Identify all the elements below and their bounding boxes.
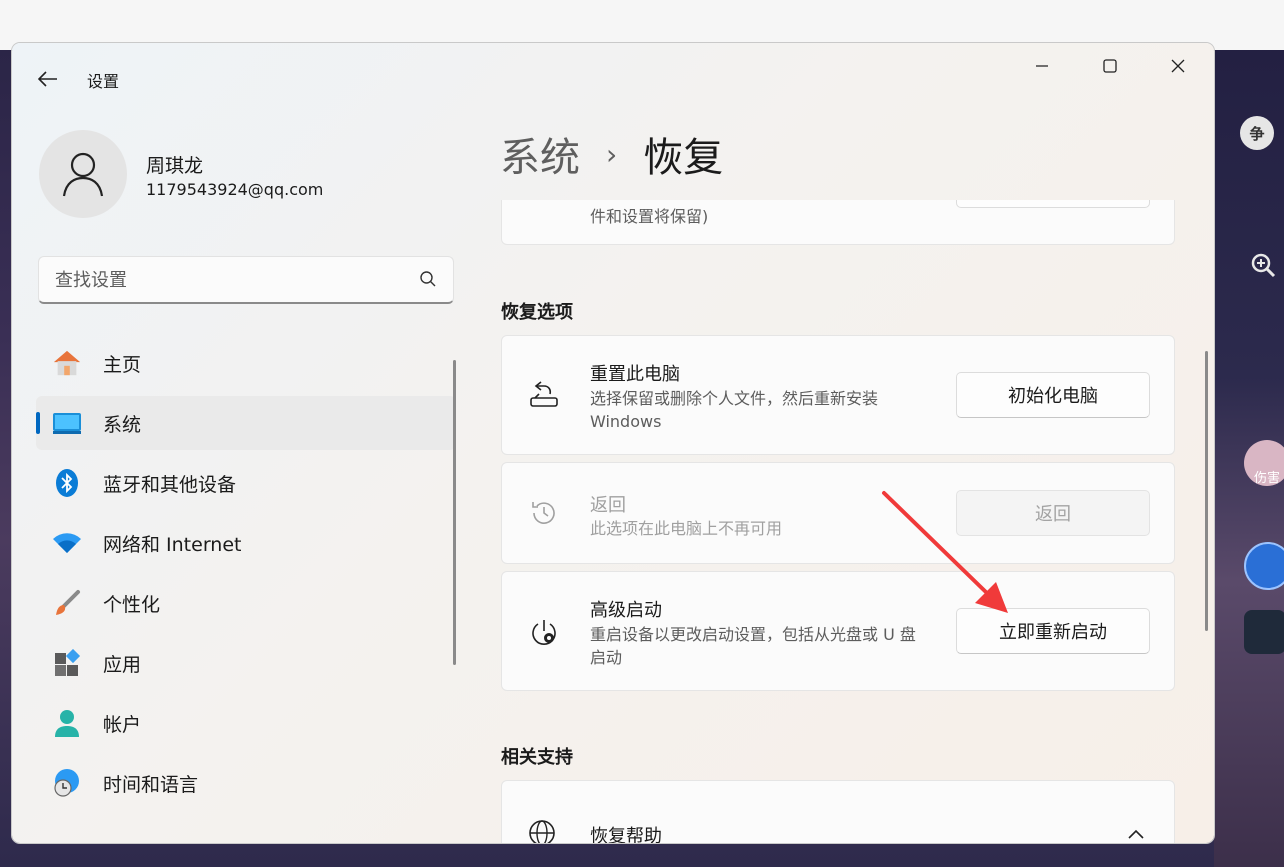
breadcrumb: 系统 › 恢复: [500, 125, 723, 183]
bluetooth-icon: [52, 468, 82, 498]
search-input[interactable]: [53, 257, 397, 303]
time-language-icon: [52, 768, 82, 798]
section-heading-related-support: 相关支持: [501, 747, 573, 768]
brush-icon: [52, 588, 82, 618]
recovery-help-title: 恢复帮助: [590, 826, 662, 843]
user-email: 1179543924@qq.com: [146, 180, 324, 199]
sidebar-item-network[interactable]: 网络和 Internet: [36, 516, 456, 570]
close-button[interactable]: [1144, 43, 1212, 89]
page-title: 恢复: [643, 135, 724, 181]
sidebar-item-label: 个性化: [103, 593, 161, 616]
account-icon: [52, 708, 82, 738]
sidebar-item-label: 时间和语言: [103, 773, 199, 796]
game-side-panel: 争 伤害: [1214, 50, 1284, 867]
sidebar-item-label: 系统: [103, 413, 142, 436]
sidebar-item-label: 网络和 Internet: [103, 533, 242, 556]
sidebar-item-system[interactable]: 系统: [36, 396, 456, 450]
go-back-card: 返回 此选项在此电脑上不再可用 返回: [501, 462, 1175, 564]
recovery-help-card[interactable]: 恢复帮助: [501, 780, 1175, 843]
game-sword-icon[interactable]: [1244, 610, 1284, 654]
app-title: 设置: [87, 72, 120, 91]
user-name: 周琪龙: [146, 155, 204, 177]
partial-card-desc: 件和设置将保留): [590, 207, 709, 226]
game-badge-label: 争: [1249, 124, 1265, 143]
go-back-title: 返回: [590, 495, 626, 516]
globe-icon: [528, 817, 560, 843]
game-damage-label: 伤害: [1253, 470, 1280, 486]
restart-now-button[interactable]: 立即重新启动: [956, 608, 1150, 654]
zoom-in-icon[interactable]: [1248, 250, 1278, 280]
partial-card-button[interactable]: [956, 200, 1150, 208]
settings-window: 设置 周琪龙 1179543924@qq.com 主页: [12, 43, 1214, 843]
back-button[interactable]: [34, 65, 62, 93]
sidebar-item-time-language[interactable]: 时间和语言: [36, 756, 456, 810]
sidebar-item-label: 蓝牙和其他设备: [103, 473, 237, 496]
advanced-startup-desc: 重启设备以更改启动设置，包括从光盘或 U 盘启动: [590, 625, 916, 667]
section-heading-recovery-options: 恢复选项: [501, 302, 573, 323]
title-bar: 设置: [12, 43, 1214, 115]
chevron-up-icon[interactable]: [1127, 825, 1145, 843]
search-icon[interactable]: [419, 270, 437, 288]
system-icon: [52, 408, 82, 438]
wifi-icon: [52, 528, 82, 558]
game-character-icon[interactable]: 伤害: [1244, 440, 1284, 486]
search-box[interactable]: [38, 256, 454, 304]
maximize-button[interactable]: [1076, 43, 1144, 89]
sidebar-item-label: 帐户: [103, 713, 142, 736]
sidebar-item-apps[interactable]: 应用: [36, 636, 456, 690]
home-icon: [52, 348, 82, 378]
sidebar-item-personalization[interactable]: 个性化: [36, 576, 456, 630]
reset-pc-button[interactable]: 初始化电脑: [956, 372, 1150, 418]
avatar[interactable]: [39, 130, 127, 218]
user-icon: [62, 152, 104, 197]
history-icon: [528, 497, 560, 529]
active-indicator: [36, 412, 40, 434]
advanced-startup-card: 高级启动 重启设备以更改启动设置，包括从光盘或 U 盘启动 立即重新启动: [501, 571, 1175, 691]
breadcrumb-parent[interactable]: 系统: [500, 125, 580, 183]
minimize-button[interactable]: [1008, 43, 1076, 89]
sidebar-scrollbar[interactable]: [453, 360, 456, 665]
breadcrumb-separator: ›: [606, 137, 618, 171]
partial-card: 件和设置将保留): [501, 200, 1175, 245]
sidebar-item-label: 应用: [103, 653, 142, 676]
close-icon: [1171, 59, 1185, 73]
minimize-icon: [1036, 65, 1048, 67]
sidebar-item-accounts[interactable]: 帐户: [36, 696, 456, 750]
game-clock-icon[interactable]: [1244, 542, 1284, 590]
reset-pc-card: 重置此电脑 选择保留或删除个人文件，然后重新安装 Windows 初始化电脑: [501, 335, 1175, 455]
back-arrow-icon: [38, 71, 57, 87]
reset-pc-title: 重置此电脑: [590, 364, 680, 385]
apps-icon: [52, 648, 82, 678]
content-scrollbar[interactable]: [1205, 351, 1208, 631]
reset-pc-desc: 选择保留或删除个人文件，然后重新安装 Windows: [590, 389, 879, 431]
sidebar-item-home[interactable]: 主页: [36, 336, 456, 390]
sidebar-item-bluetooth[interactable]: 蓝牙和其他设备: [36, 456, 456, 510]
sidebar-item-label: 主页: [103, 353, 142, 376]
maximize-icon: [1103, 59, 1117, 73]
go-back-button: 返回: [956, 490, 1150, 536]
go-back-desc: 此选项在此电脑上不再可用: [590, 519, 783, 538]
sidebar-nav: 主页 系统 蓝牙和其他设备 网络和 Internet 个性化 应用 帐户 时间和…: [36, 336, 456, 816]
advanced-startup-icon: [528, 617, 560, 649]
game-badge-icon[interactable]: 争: [1240, 116, 1274, 150]
advanced-startup-title: 高级启动: [590, 600, 662, 621]
reset-pc-icon: [528, 378, 560, 410]
